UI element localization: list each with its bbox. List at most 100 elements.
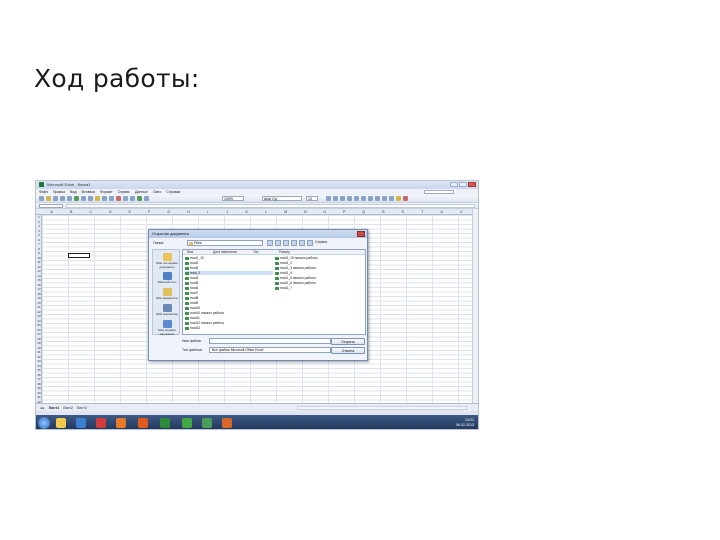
sort-asc-icon[interactable] (123, 196, 128, 201)
file-item[interactable]: mod4 (185, 276, 198, 281)
search-web-icon[interactable] (283, 240, 289, 246)
menu-item-tools[interactable]: Сервис (118, 190, 130, 194)
font-size-select[interactable]: 10 (306, 196, 318, 201)
paste-icon[interactable] (95, 196, 100, 201)
file-item[interactable]: mod1_3 начало работы (275, 266, 316, 271)
ie-taskbar-icon[interactable] (76, 418, 86, 428)
borders-icon[interactable] (389, 196, 394, 201)
sheet-tab-1[interactable]: Лист1 (49, 406, 60, 410)
chart-wizard-icon[interactable] (137, 196, 142, 201)
menu-item-insert[interactable]: Вставка (82, 190, 95, 194)
menu-item-file[interactable]: Файл (39, 190, 48, 194)
file-item[interactable]: mod1_7 (275, 286, 292, 291)
views-icon[interactable] (307, 240, 313, 246)
align-center-icon[interactable] (354, 196, 359, 201)
place-network[interactable]: Мое сетевое окружение (153, 320, 181, 336)
file-item[interactable]: mod3 (185, 266, 198, 271)
column-type[interactable]: Тип (253, 250, 258, 255)
spelling-icon[interactable] (74, 196, 79, 201)
vertical-scrollbar[interactable] (472, 209, 478, 413)
up-folder-icon[interactable] (275, 240, 281, 246)
name-box[interactable] (39, 204, 63, 208)
menu-item-data[interactable]: Данные (135, 190, 148, 194)
bold-icon[interactable] (326, 196, 331, 201)
close-button[interactable] (468, 182, 476, 187)
file-item[interactable]: mod10 (185, 306, 200, 311)
drawing-icon[interactable] (144, 196, 149, 201)
italic-icon[interactable] (333, 196, 338, 201)
open-button[interactable]: Открыть (331, 338, 365, 345)
menu-item-view[interactable]: Вид (70, 190, 77, 194)
help-question-input[interactable] (424, 190, 454, 194)
open-icon[interactable] (46, 196, 51, 201)
file-item[interactable]: mod8 (185, 296, 198, 301)
font-name-select[interactable]: Arial Cyr (262, 196, 302, 201)
align-right-icon[interactable] (361, 196, 366, 201)
place-desktop[interactable]: Рабочий стол (153, 272, 181, 285)
font-color-icon[interactable] (403, 196, 408, 201)
minimize-button[interactable] (450, 182, 458, 187)
file-item[interactable]: mod10 начало работы (185, 311, 224, 316)
copy-icon[interactable] (88, 196, 93, 201)
fill-color-icon[interactable] (396, 196, 401, 201)
file-item[interactable]: mod1_2 (275, 261, 292, 266)
file-item[interactable]: mod5 (185, 281, 198, 286)
horizontal-scrollbar[interactable] (297, 406, 467, 410)
place-my-documents[interactable]: Мои документы (153, 288, 181, 301)
new-icon[interactable] (39, 196, 44, 201)
sheet-nav-icon[interactable]: ◂ ▸ (40, 406, 45, 410)
firefox-taskbar-icon[interactable] (116, 418, 126, 428)
service-menu[interactable]: Сервис (315, 240, 327, 244)
excel-taskbar-icon[interactable] (160, 418, 170, 428)
filename-input[interactable] (209, 338, 331, 344)
delete-icon[interactable] (291, 240, 297, 246)
file-item[interactable]: mod1_5 начало работы (275, 276, 316, 281)
currency-icon[interactable] (375, 196, 380, 201)
dialog-close-button[interactable] (357, 231, 365, 237)
sheet-tab-3[interactable]: Лист3 (77, 406, 87, 410)
column-modified[interactable]: Дата изменения (213, 250, 237, 255)
active-cell[interactable] (68, 253, 90, 258)
print-icon[interactable] (60, 196, 65, 201)
zoom-select[interactable]: 100% (222, 196, 244, 201)
save-icon[interactable] (53, 196, 58, 201)
menu-item-help[interactable]: Справка (166, 190, 180, 194)
file-item[interactable]: mod1_6 начало работы (275, 281, 316, 286)
media-taskbar-icon[interactable] (138, 418, 148, 428)
preview-icon[interactable] (67, 196, 72, 201)
file-item[interactable]: mod_2 (185, 271, 273, 276)
start-button[interactable] (38, 417, 50, 429)
formula-input[interactable] (66, 204, 475, 208)
maximize-button[interactable] (459, 182, 467, 187)
sort-desc-icon[interactable] (130, 196, 135, 201)
file-item[interactable]: mod12 начало работы (185, 321, 224, 326)
filetype-select[interactable]: Все файлы Microsoft Office Excel (209, 347, 331, 353)
new-folder-icon[interactable] (299, 240, 305, 246)
redo-icon[interactable] (109, 196, 114, 201)
look-in-select[interactable]: Files (187, 240, 263, 246)
align-left-icon[interactable] (347, 196, 352, 201)
cancel-button[interactable]: Отмена (331, 347, 365, 354)
merge-icon[interactable] (368, 196, 373, 201)
office-taskbar-icon[interactable] (222, 418, 232, 428)
app-taskbar-icon[interactable] (182, 418, 192, 428)
back-icon[interactable] (267, 240, 273, 246)
file-item[interactable]: mod1_10 начало работы (275, 256, 318, 261)
file-item[interactable]: mod1_10 (185, 256, 204, 261)
explorer-taskbar-icon[interactable] (56, 418, 66, 428)
file-item[interactable]: mod11 (185, 316, 200, 321)
file-item[interactable]: mod6 (185, 286, 198, 291)
menu-item-edit[interactable]: Правка (53, 190, 65, 194)
file-item[interactable]: mod2 (185, 261, 198, 266)
pdf-taskbar-icon[interactable] (96, 418, 106, 428)
undo-icon[interactable] (102, 196, 107, 201)
sum-icon[interactable] (116, 196, 121, 201)
underline-icon[interactable] (340, 196, 345, 201)
image-taskbar-icon[interactable] (202, 418, 212, 428)
cut-icon[interactable] (81, 196, 86, 201)
sheet-tab-2[interactable]: Лист2 (63, 406, 73, 410)
place-recent[interactable]: Мои последние документы (153, 253, 181, 269)
file-item[interactable]: mod13 (185, 326, 200, 331)
column-size[interactable]: Размер (279, 250, 290, 255)
file-item[interactable]: mod7 (185, 291, 198, 296)
